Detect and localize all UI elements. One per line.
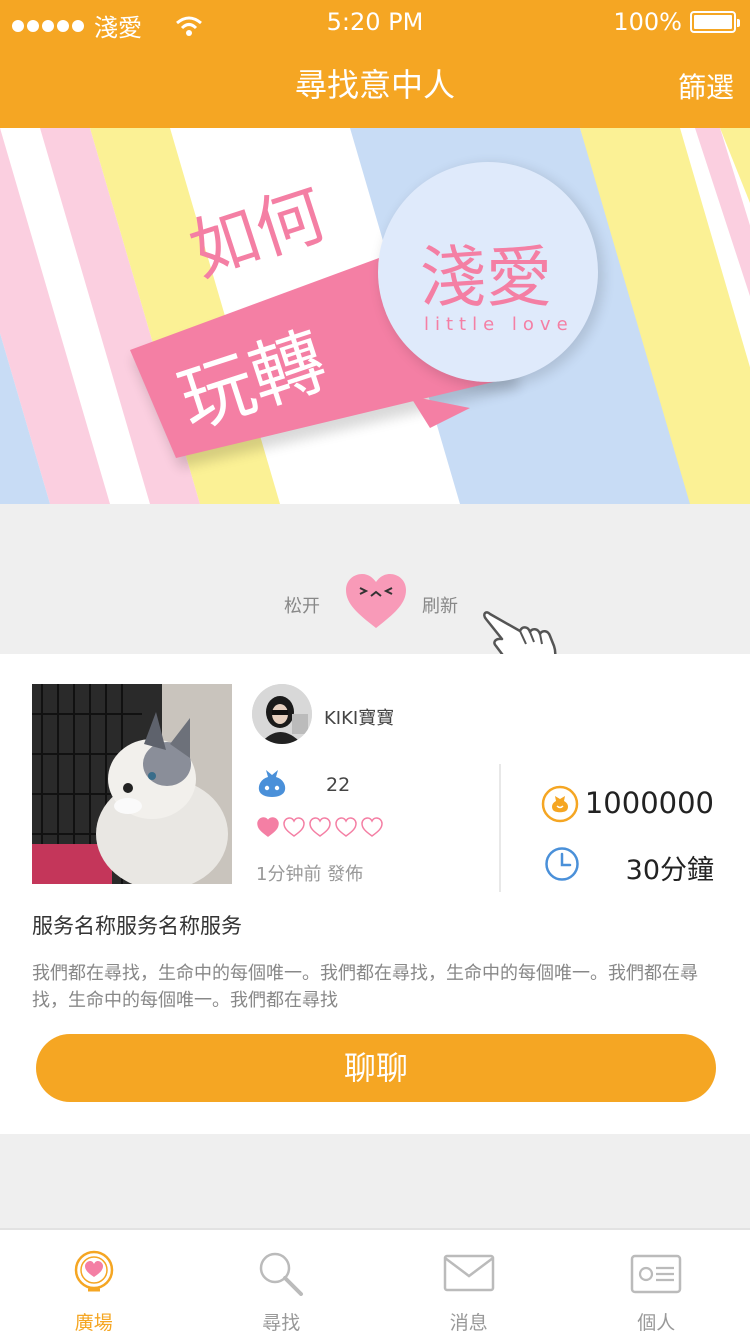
mail-icon bbox=[443, 1254, 494, 1292]
tab-messages[interactable]: 消息 bbox=[375, 1230, 563, 1334]
battery-icon bbox=[690, 11, 740, 33]
banner-logo-subtext: little love bbox=[424, 314, 574, 335]
bag-count: 22 bbox=[326, 774, 351, 796]
heart-mascot-icon bbox=[346, 574, 406, 628]
coin-amount: 1000000 bbox=[584, 786, 714, 820]
heart-filled-icon bbox=[257, 817, 279, 837]
bag-mascot-icon bbox=[258, 770, 286, 797]
tab-search[interactable]: 尋找 bbox=[188, 1230, 376, 1334]
tab-label: 尋找 bbox=[262, 1312, 301, 1334]
service-card[interactable]: KIKI寶寶 22 1分钟前 發佈 1000000 30分鐘 服务名称服务名称服… bbox=[0, 654, 750, 1134]
avatar[interactable] bbox=[252, 684, 312, 744]
battery-percent: 100% bbox=[613, 8, 682, 36]
id-card-icon bbox=[631, 1254, 682, 1294]
avatar-image bbox=[252, 684, 312, 744]
plaza-heart-icon bbox=[74, 1250, 113, 1292]
rating-hearts bbox=[256, 816, 384, 838]
divider bbox=[499, 764, 501, 892]
tab-profile[interactable]: 個人 bbox=[563, 1230, 750, 1334]
heart-outline-icon bbox=[309, 817, 331, 837]
status-bar: 淺愛 5:20 PM 100% bbox=[0, 0, 750, 44]
service-name: 服务名称服务名称服务 bbox=[32, 914, 242, 938]
heart-outline-icon bbox=[335, 817, 357, 837]
posted-time: 1分钟前 發佈 bbox=[256, 864, 364, 885]
status-right: 100% bbox=[613, 8, 740, 36]
banner-logo-text: 淺愛 bbox=[420, 239, 552, 316]
service-photo[interactable] bbox=[32, 684, 232, 884]
chat-button[interactable]: 聊聊 bbox=[36, 1034, 716, 1102]
tab-label: 消息 bbox=[449, 1312, 488, 1334]
banner-artwork: 如何 玩轉 淺愛 little love bbox=[0, 128, 750, 504]
search-icon bbox=[260, 1252, 304, 1296]
coin-icon bbox=[541, 785, 579, 823]
promo-banner[interactable]: 如何 玩轉 淺愛 little love bbox=[0, 128, 750, 504]
heart-outline-icon bbox=[361, 817, 383, 837]
pull-left-text: 松开 bbox=[284, 596, 320, 617]
tab-plaza[interactable]: 廣場 bbox=[0, 1230, 188, 1334]
username[interactable]: KIKI寶寶 bbox=[324, 704, 394, 730]
heart-outline-icon bbox=[283, 817, 305, 837]
service-duration: 30分鐘 bbox=[625, 855, 714, 886]
pull-right-text: 刷新 bbox=[422, 596, 458, 617]
filter-button[interactable]: 篩選 bbox=[678, 66, 734, 106]
service-description: 我們都在尋找，生命中的每個唯一。我們都在尋找，生命中的每個唯一。我們都在尋找，生… bbox=[32, 963, 698, 1011]
pull-to-refresh[interactable]: 松开 刷新 bbox=[0, 504, 750, 677]
tab-label: 廣場 bbox=[74, 1312, 113, 1334]
page-title: 尋找意中人 bbox=[294, 66, 455, 104]
tab-label: 個人 bbox=[637, 1312, 676, 1334]
tab-bar: 廣場 尋找 消息 個人 bbox=[0, 1228, 750, 1334]
app-header: 淺愛 5:20 PM 100% 尋找意中人 篩選 bbox=[0, 0, 750, 128]
dog-photo-image bbox=[32, 684, 232, 884]
clock-icon bbox=[545, 847, 579, 881]
